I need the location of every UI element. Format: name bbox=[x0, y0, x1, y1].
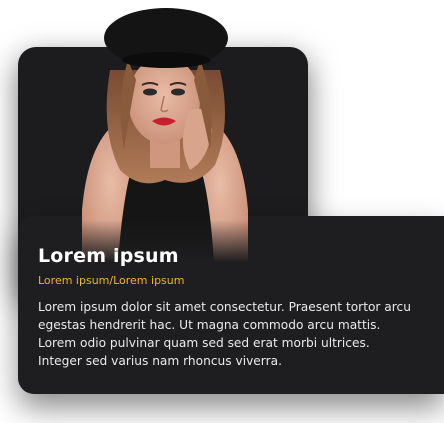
portrait-photo bbox=[80, 0, 250, 262]
card-title: Lorem ipsum bbox=[38, 245, 179, 267]
profile-card-stage: Lorem ipsum Lorem ipsum/Lorem ipsum Lore… bbox=[0, 0, 444, 423]
card-description: Lorem ipsum dolor sit amet consectetur. … bbox=[38, 300, 411, 368]
card-subtitle: Lorem ipsum/Lorem ipsum bbox=[38, 274, 185, 287]
